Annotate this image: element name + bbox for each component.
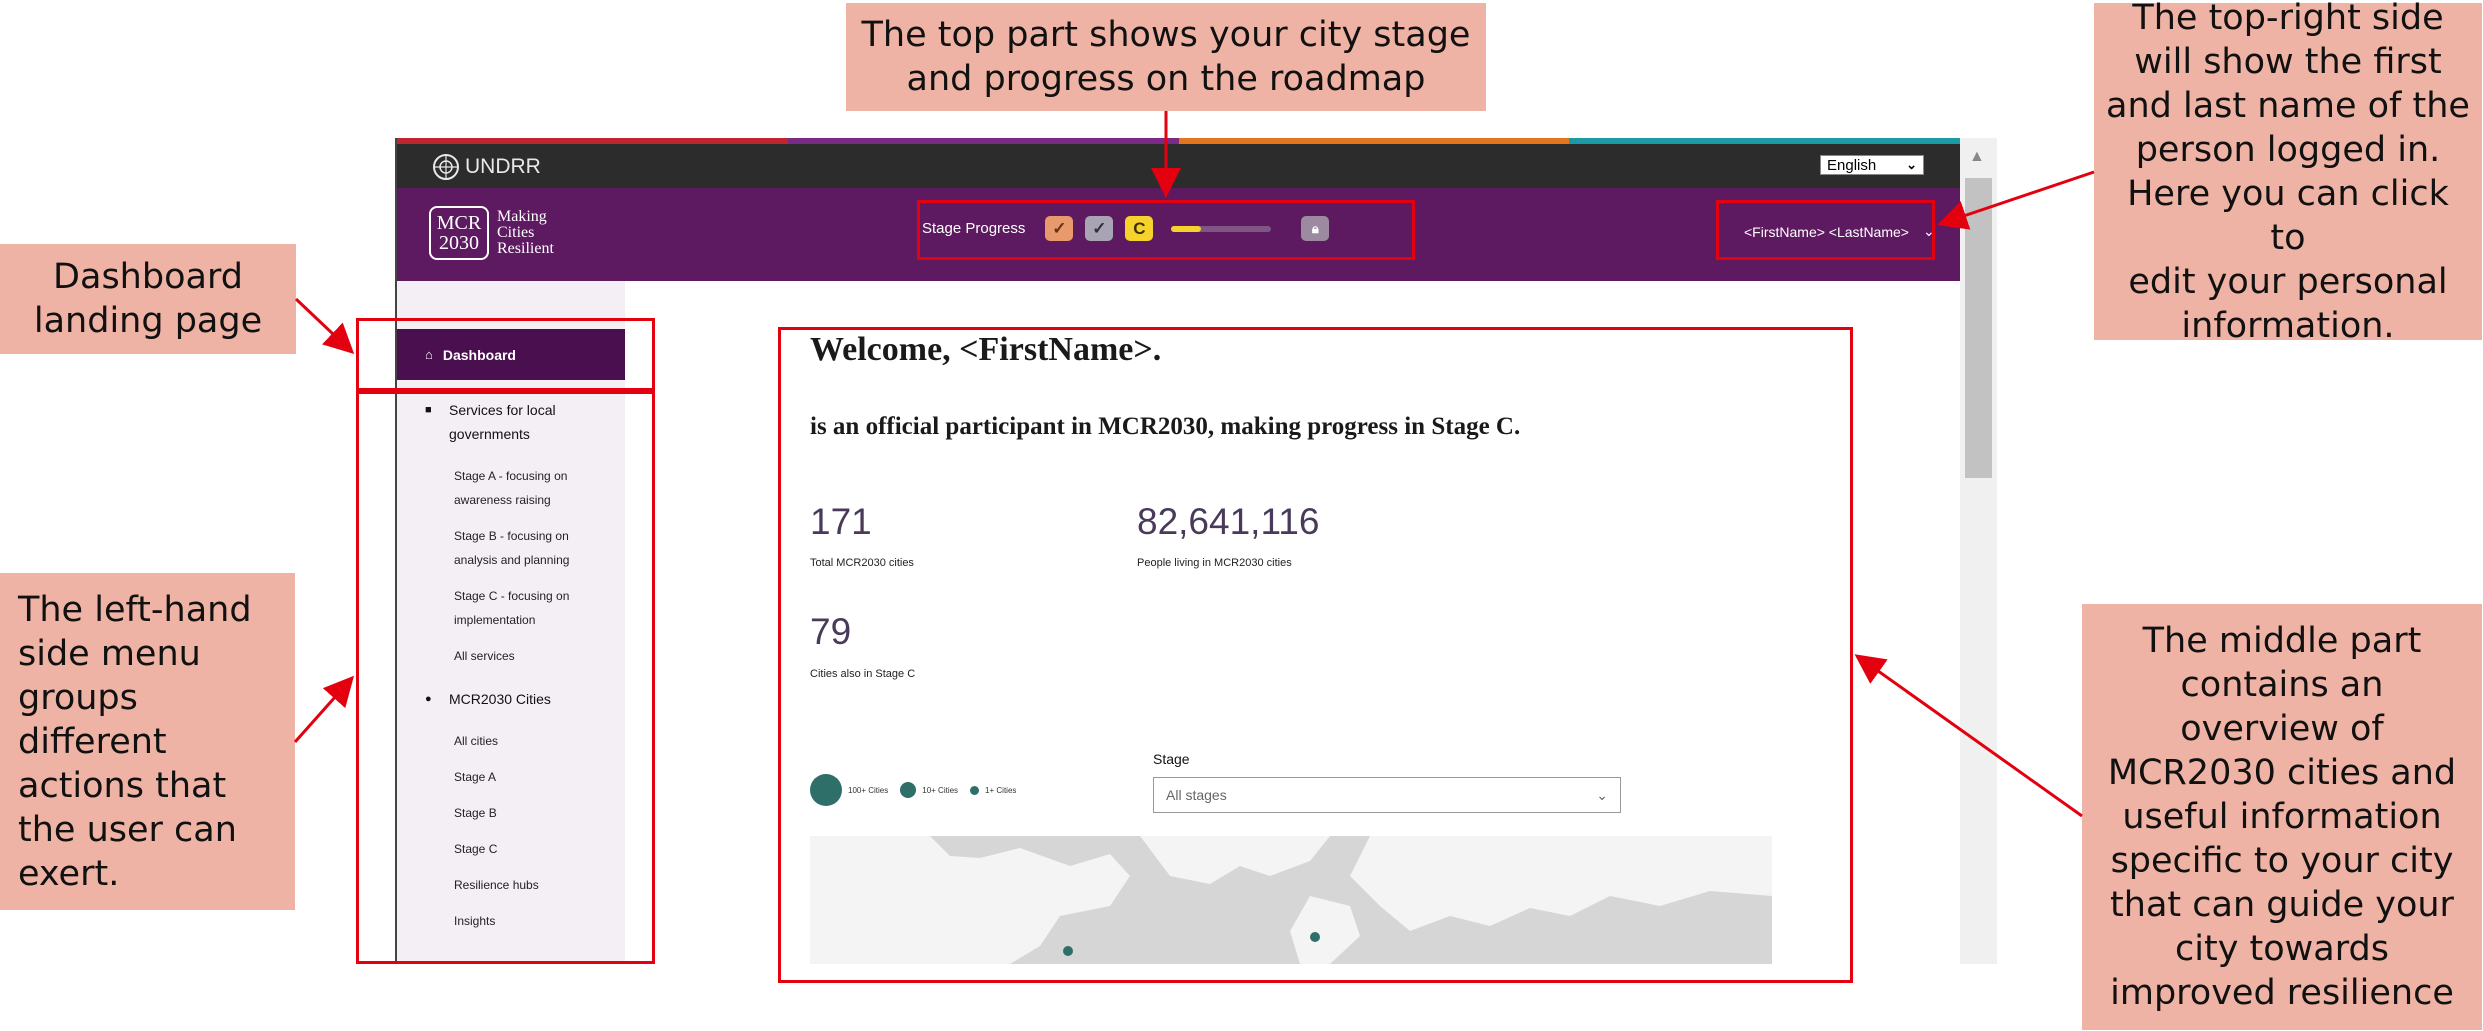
chevron-down-icon: ⌄ bbox=[1906, 157, 1917, 172]
callout-line: person logged in. bbox=[2135, 129, 2441, 170]
logo-year: 2030 bbox=[439, 232, 479, 254]
language-value: English bbox=[1827, 156, 1877, 174]
scroll-up-icon[interactable]: ▲ bbox=[1969, 148, 1985, 166]
mcr2030-logo[interactable]: MCR 2030 Making Cities Resilient bbox=[429, 206, 554, 260]
callout-line: exert. bbox=[18, 853, 120, 894]
logo-text-line: Making bbox=[497, 208, 547, 225]
callout-line: edit your personal bbox=[2128, 261, 2448, 302]
language-select[interactable]: English ⌄ bbox=[1820, 155, 1924, 175]
callout-left: The left-hand side menu groups different… bbox=[0, 573, 295, 910]
callout-middle: The middle part contains an overview of … bbox=[2082, 604, 2482, 1030]
arrow-left bbox=[293, 675, 354, 743]
callout-line: and last name of the bbox=[2106, 85, 2470, 126]
callout-line: The middle part bbox=[2142, 621, 2422, 661]
highlight-dashboard bbox=[356, 318, 655, 391]
callout-line: different bbox=[18, 721, 167, 762]
undrr-logo-text: UNDRR bbox=[465, 155, 541, 178]
callout-line: city towards bbox=[2175, 929, 2389, 969]
callout-line: and progress on the roadmap bbox=[906, 59, 1426, 99]
scrollbar[interactable]: ▲ bbox=[1960, 138, 1997, 964]
callout-line: The top-right side bbox=[2132, 0, 2444, 38]
mcr-logo-text: Making Cities Resilient bbox=[497, 209, 554, 257]
callout-line: Dashboard bbox=[53, 257, 243, 297]
callout-line: actions that bbox=[18, 765, 227, 806]
callout-line: The top part shows your city stage bbox=[861, 15, 1471, 55]
callout-line: contains an bbox=[2180, 665, 2384, 705]
logo-mcr: MCR bbox=[436, 212, 482, 234]
highlight-stage-progress bbox=[917, 200, 1415, 260]
callout-top: The top part shows your city stage and p… bbox=[846, 3, 1486, 111]
scroll-thumb[interactable] bbox=[1965, 178, 1992, 478]
callout-dashboard: Dashboard landing page bbox=[0, 244, 296, 354]
callout-top-right: The top-right side will show the first a… bbox=[2094, 0, 2482, 346]
logo-text-line: Resilient bbox=[497, 240, 554, 257]
callout-line: MCR2030 cities and bbox=[2107, 753, 2457, 793]
callout-line: improved resilience bbox=[2110, 973, 2454, 1013]
arrow-dashboard bbox=[294, 297, 355, 355]
callout-line: the user can bbox=[18, 809, 237, 850]
highlight-sidebar-menu bbox=[356, 391, 655, 964]
mcr-logo-box: MCR 2030 bbox=[429, 206, 489, 260]
un-emblem-icon bbox=[433, 154, 459, 180]
callout-line: The left-hand bbox=[18, 589, 252, 630]
callout-line: Here you can click to bbox=[2127, 173, 2449, 258]
highlight-user-name bbox=[1716, 200, 1935, 260]
callout-line: landing page bbox=[33, 301, 263, 341]
callout-line: overview of bbox=[2180, 709, 2384, 749]
callout-line: useful information bbox=[2122, 797, 2442, 837]
callout-line: will show the first bbox=[2134, 41, 2442, 82]
callout-line: side menu bbox=[18, 633, 201, 674]
highlight-main-content bbox=[778, 327, 1853, 983]
callout-line: that can guide your bbox=[2110, 885, 2454, 925]
undrr-logo[interactable]: UNDRR bbox=[431, 152, 541, 182]
top-bar: UNDRR English ⌄ bbox=[397, 144, 1960, 188]
callout-line: groups bbox=[18, 677, 138, 718]
callout-line: information. bbox=[2181, 305, 2395, 346]
logo-text-line: Cities bbox=[497, 224, 535, 241]
callout-line: specific to your city bbox=[2110, 841, 2454, 881]
